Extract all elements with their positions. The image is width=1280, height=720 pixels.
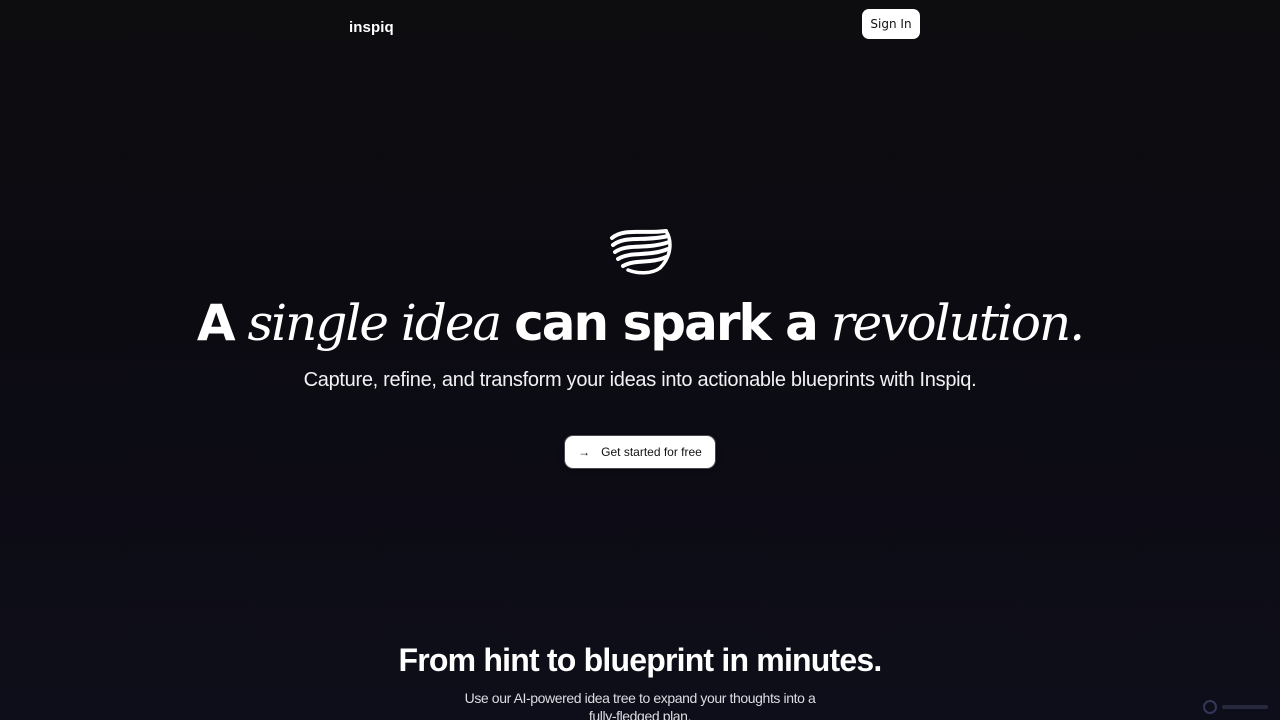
landing-page: inspiq Sign In A single idea can spark a…: [0, 0, 1280, 720]
wave-ribbon-icon: [610, 229, 672, 275]
headline-emphasis-1: single idea: [247, 294, 503, 352]
headline-part-1: A: [196, 294, 236, 352]
get-started-button[interactable]: → Get started for free: [565, 436, 715, 468]
hero-headline: A single idea can spark a revolution.: [0, 292, 1280, 354]
sign-in-button[interactable]: Sign In: [862, 9, 920, 39]
section-title: From hint to blueprint in minutes.: [398, 642, 883, 678]
corner-badge-icon: [1203, 700, 1268, 714]
get-started-label: Get started for free: [601, 445, 702, 459]
arrow-right-icon: →: [578, 445, 591, 459]
section-description: Use our AI-powered idea tree to expand y…: [464, 690, 816, 720]
headline-part-2: can spark a: [514, 294, 819, 352]
hero-subtitle: Capture, refine, and transform your idea…: [303, 369, 977, 391]
brand-logo[interactable]: inspiq: [349, 19, 394, 36]
headline-emphasis-2: revolution.: [830, 294, 1085, 352]
